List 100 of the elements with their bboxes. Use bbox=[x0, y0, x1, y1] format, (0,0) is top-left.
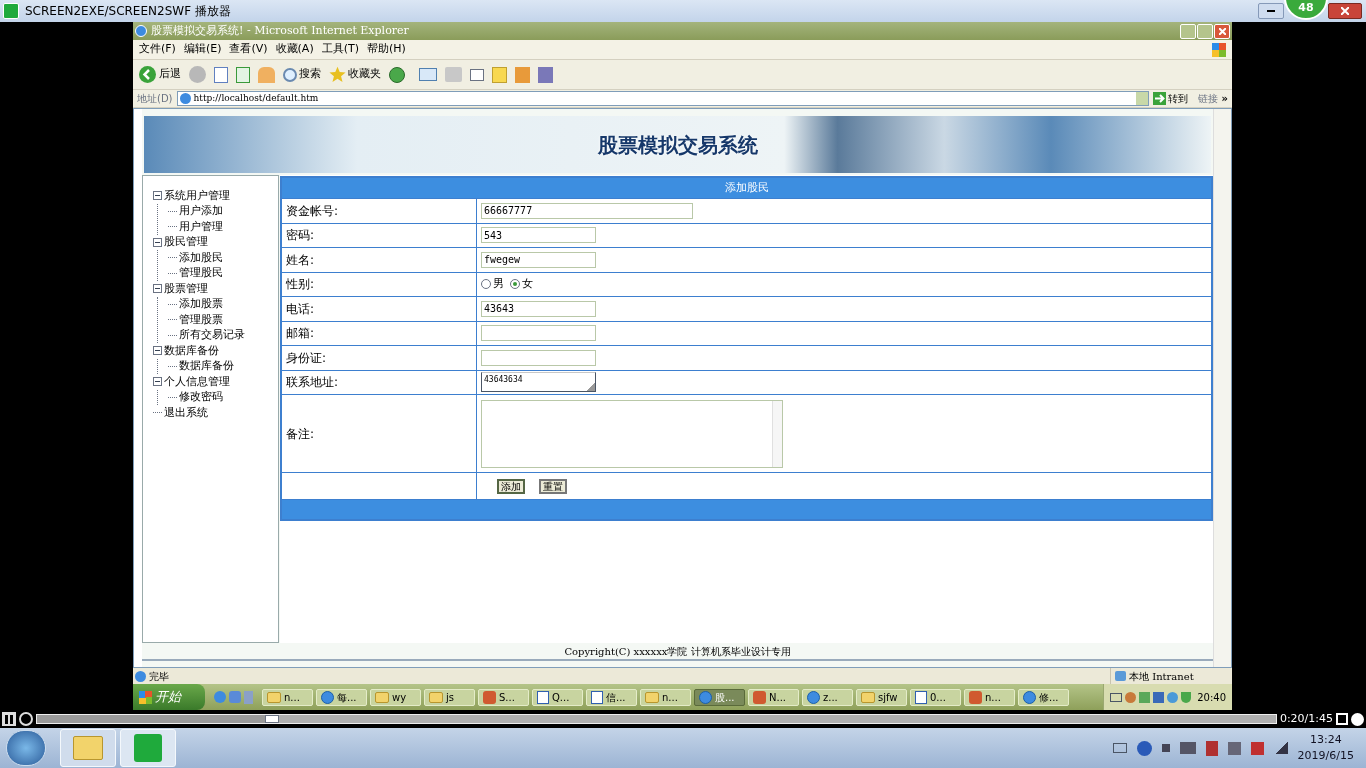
text-area[interactable] bbox=[481, 399, 783, 468]
text-field[interactable]: 43643 bbox=[481, 300, 596, 317]
keyboard-icon bbox=[1112, 743, 1127, 753]
tree-link[interactable]: 添加股民 bbox=[179, 249, 223, 266]
start-button[interactable] bbox=[6, 730, 46, 766]
text-field[interactable]: fwegew bbox=[481, 251, 596, 268]
tree-link[interactable]: 管理股民 bbox=[179, 265, 223, 282]
tree-link[interactable]: 用户添加 bbox=[179, 203, 223, 220]
tray-icon bbox=[1167, 691, 1179, 703]
collapse-icon[interactable] bbox=[153, 191, 162, 201]
text-field[interactable]: 543 bbox=[481, 227, 596, 244]
taskbar-button[interactable]: Q... bbox=[532, 688, 583, 706]
collapse-icon[interactable] bbox=[153, 237, 162, 247]
folder-icon bbox=[861, 691, 875, 703]
go-arrow-icon bbox=[1152, 92, 1166, 105]
minimize-button[interactable] bbox=[1258, 3, 1284, 19]
field-label: 姓名: bbox=[286, 251, 315, 269]
taskbar-button[interactable]: z... bbox=[802, 688, 853, 706]
taskbar-button[interactable]: 信... bbox=[586, 688, 637, 706]
radio-label: 男 bbox=[493, 276, 504, 292]
collapse-icon[interactable] bbox=[153, 346, 162, 356]
favorites-button[interactable]: 收藏夹 bbox=[329, 66, 381, 83]
menu-item[interactable]: 帮助(H) bbox=[367, 41, 406, 58]
taskbar-button[interactable]: sjfw bbox=[856, 688, 907, 706]
count-badge: 48 bbox=[1284, 0, 1328, 20]
scrollbar[interactable] bbox=[1213, 109, 1231, 667]
folder-icon bbox=[267, 691, 281, 703]
taskbar-button[interactable]: n... bbox=[262, 688, 313, 706]
tree-link[interactable]: 用户管理 bbox=[179, 218, 223, 235]
address-field[interactable]: http://localhost/default.htm bbox=[176, 91, 1149, 106]
field-label: 密码: bbox=[286, 227, 315, 245]
progress-thumb[interactable] bbox=[265, 715, 280, 723]
menu-item[interactable]: 编辑(E) bbox=[183, 41, 222, 58]
progress-track[interactable] bbox=[36, 714, 1277, 724]
taskbar-button[interactable] bbox=[60, 729, 116, 767]
banner-title: 股票模拟交易系统 bbox=[597, 131, 758, 159]
taskbar-button[interactable] bbox=[120, 729, 176, 767]
text-field[interactable] bbox=[481, 325, 596, 342]
tree-link[interactable]: 股民管理 bbox=[164, 234, 208, 251]
folder-icon bbox=[375, 691, 389, 703]
folder-icon bbox=[429, 691, 443, 703]
zone-text: 本地 Intranet bbox=[1129, 669, 1194, 684]
links-button[interactable]: 链接 bbox=[1197, 91, 1218, 106]
taskbar-button[interactable]: n... bbox=[964, 688, 1015, 706]
taskbar-button[interactable]: 股... bbox=[694, 688, 745, 706]
form-title: 添加股民 bbox=[724, 179, 769, 196]
tree-link[interactable]: 修改密码 bbox=[179, 389, 223, 406]
clock[interactable]: 13:24 2019/6/15 bbox=[1297, 732, 1354, 764]
text-field[interactable]: 66667777 bbox=[481, 202, 693, 219]
star-icon bbox=[329, 66, 346, 83]
menu-item[interactable]: 收藏(A) bbox=[275, 41, 314, 58]
pause-button[interactable] bbox=[2, 712, 16, 726]
menu-item[interactable]: 工具(T) bbox=[321, 41, 359, 58]
collapse-icon[interactable] bbox=[153, 284, 162, 294]
field-label: 性别: bbox=[286, 276, 315, 294]
taskbar-button[interactable]: 0... bbox=[910, 688, 961, 706]
keyboard-icon bbox=[1110, 692, 1123, 702]
caret-icon[interactable] bbox=[1161, 744, 1170, 752]
taskbar-button[interactable]: 修... bbox=[1018, 688, 1069, 706]
tree-link[interactable]: 退出系统 bbox=[164, 404, 208, 421]
document-icon[interactable] bbox=[470, 68, 484, 81]
taskbar-button[interactable]: wy bbox=[370, 688, 421, 706]
taskbar-button[interactable]: js bbox=[424, 688, 475, 706]
radio-button[interactable] bbox=[510, 279, 520, 290]
form-button[interactable]: 重置 bbox=[539, 478, 567, 494]
radio-button[interactable] bbox=[481, 279, 491, 290]
text-area[interactable]: 43643634 bbox=[481, 372, 596, 393]
start-button[interactable]: 开始 bbox=[133, 684, 205, 710]
menu-item[interactable]: 文件(F) bbox=[139, 41, 176, 58]
back-button[interactable]: 后退 bbox=[139, 66, 181, 83]
document-icon bbox=[591, 690, 603, 704]
document-icon bbox=[915, 690, 927, 704]
taskbar-button[interactable]: n... bbox=[640, 688, 691, 706]
tree-link[interactable]: 系统用户管理 bbox=[164, 187, 230, 204]
tree-link[interactable]: 管理股票 bbox=[179, 311, 223, 328]
restore-button[interactable] bbox=[1197, 23, 1213, 39]
taskbar-button[interactable]: N... bbox=[748, 688, 799, 706]
field-label: 备注: bbox=[286, 425, 315, 443]
tree-link[interactable]: 数据库备份 bbox=[179, 358, 234, 375]
tree-link[interactable]: 数据库备份 bbox=[164, 342, 219, 359]
search-button[interactable]: 搜索 bbox=[283, 66, 321, 83]
go-button[interactable]: 转到 bbox=[1152, 91, 1188, 106]
close-button[interactable] bbox=[1328, 3, 1362, 19]
status-text: 完毕 bbox=[149, 669, 169, 684]
tree-link[interactable]: 个人信息管理 bbox=[164, 373, 230, 390]
tree-link[interactable]: 股票管理 bbox=[164, 280, 208, 297]
collapse-icon[interactable] bbox=[153, 377, 162, 387]
tree-link[interactable]: 添加股票 bbox=[179, 296, 223, 313]
taskbar-button[interactable]: S... bbox=[478, 688, 529, 706]
form-button[interactable]: 添加 bbox=[497, 478, 525, 494]
close-icon bbox=[1341, 7, 1349, 15]
folder-icon bbox=[645, 691, 659, 703]
text-field[interactable] bbox=[481, 349, 596, 366]
taskbar-button[interactable]: 每... bbox=[316, 688, 367, 706]
app-icon bbox=[483, 690, 496, 704]
footer-text: Copyright(C) xxxxxx学院 计算机系毕业设计专用 bbox=[564, 644, 791, 659]
menu-item[interactable]: 查看(V) bbox=[229, 41, 268, 58]
tree-link[interactable]: 所有交易记录 bbox=[179, 327, 245, 344]
app-icon bbox=[753, 690, 766, 704]
app-logo-icon bbox=[134, 734, 162, 762]
